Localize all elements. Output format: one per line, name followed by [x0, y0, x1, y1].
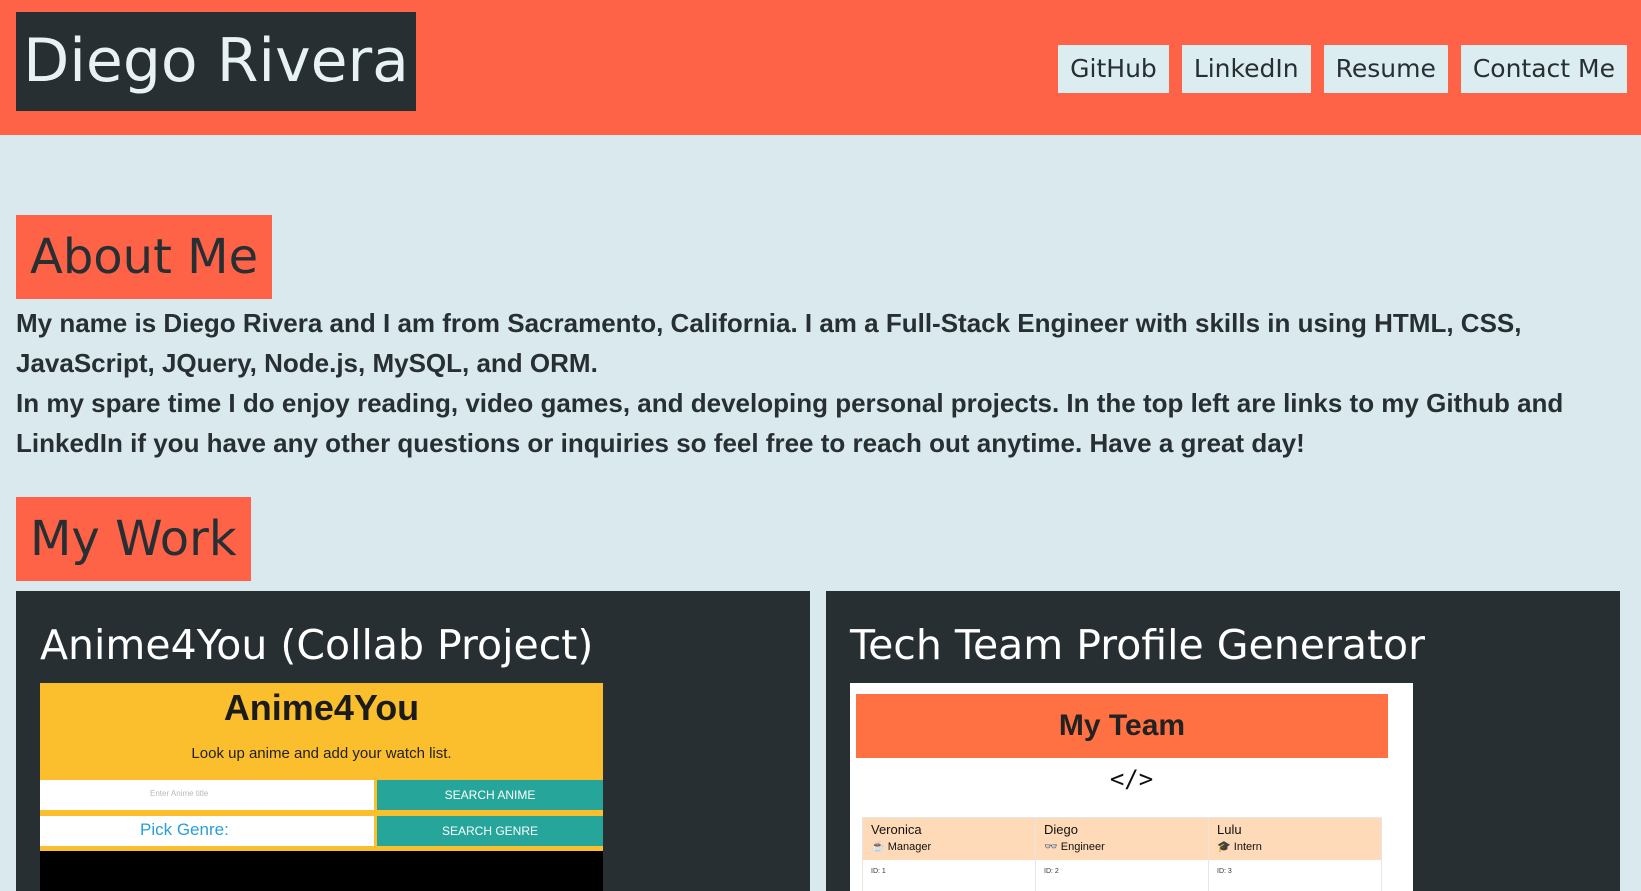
preview-search-input: Enter Anime title — [40, 780, 374, 810]
team-member-role: ☕ Manager — [871, 841, 932, 853]
nav-menu: GitHub LinkedIn Resume Contact Me — [1058, 45, 1627, 93]
coffee-icon: ☕ — [871, 841, 885, 853]
team-member-header: Diego 👓 Engineer — [1036, 818, 1208, 860]
glasses-icon: 👓 — [1044, 841, 1058, 853]
work-heading: My Work — [16, 497, 251, 581]
preview-genre-button: SEARCH GENRE — [377, 816, 603, 846]
site-header: Diego Rivera GitHub LinkedIn Resume Cont… — [0, 0, 1641, 135]
brand-name[interactable]: Diego Rivera — [16, 12, 416, 111]
team-member-name: Lulu — [1217, 822, 1242, 837]
project-card-team-generator[interactable]: Tech Team Profile Generator My Team </> … — [826, 591, 1620, 891]
project-card-anime4you[interactable]: Anime4You (Collab Project) Anime4You Loo… — [16, 591, 810, 891]
preview-title: Anime4You — [223, 687, 420, 728]
nav-linkedin-link[interactable]: LinkedIn — [1181, 45, 1311, 93]
preview-genre-label: Pick Genre: — [140, 820, 229, 839]
team-member-card: Veronica ☕ Manager ID: 1 — [862, 817, 1036, 891]
project-title[interactable]: Anime4You (Collab Project) — [40, 621, 593, 669]
about-paragraph-2: In my spare time I do enjoy reading, vid… — [16, 388, 1564, 458]
project-title[interactable]: Tech Team Profile Generator — [850, 621, 1425, 669]
team-member-card: Lulu 🎓 Intern ID: 3 — [1208, 817, 1382, 891]
team-member-id: ID: 3 — [1217, 868, 1232, 875]
nav-resume-link[interactable]: Resume — [1323, 45, 1448, 93]
team-member-role: 🎓 Intern — [1217, 841, 1262, 853]
code-icon: </> — [1109, 765, 1154, 793]
about-heading: About Me — [16, 215, 273, 299]
nav-contact-link[interactable]: Contact Me — [1460, 45, 1627, 93]
preview-search-placeholder: Enter Anime title — [150, 789, 209, 798]
team-member-header: Veronica ☕ Manager — [863, 818, 1035, 860]
about-text: My name is Diego Rivera and I am from Sa… — [16, 303, 1616, 463]
team-member-name: Diego — [1044, 822, 1078, 837]
project-screenshot[interactable]: My Team </> Veronica ☕ Manager ID: 1 Die… — [850, 683, 1413, 891]
team-member-id: ID: 2 — [1044, 868, 1059, 875]
team-member-name: Veronica — [871, 822, 922, 837]
preview-search-row: Enter Anime title SEARCH ANIME — [40, 780, 603, 810]
nav-github-link[interactable]: GitHub — [1058, 45, 1169, 93]
graduation-cap-icon: 🎓 — [1217, 841, 1231, 853]
team-member-id: ID: 1 — [871, 868, 886, 875]
preview-results-area — [40, 851, 603, 891]
preview-genre-row: Pick Genre: SEARCH GENRE — [40, 816, 603, 846]
preview-banner: My Team — [856, 694, 1388, 758]
preview-subtitle: Look up anime and add your watch list. — [191, 745, 452, 762]
team-member-role: 👓 Engineer — [1044, 841, 1105, 853]
preview-search-button: SEARCH ANIME — [377, 780, 603, 810]
about-paragraph-1: My name is Diego Rivera and I am from Sa… — [16, 308, 1522, 378]
project-screenshot[interactable]: Anime4You Look up anime and add your wat… — [40, 683, 603, 891]
team-member-header: Lulu 🎓 Intern — [1209, 818, 1381, 860]
preview-genre-select: Pick Genre: — [40, 816, 374, 846]
team-member-card: Diego 👓 Engineer ID: 2 — [1035, 817, 1209, 891]
